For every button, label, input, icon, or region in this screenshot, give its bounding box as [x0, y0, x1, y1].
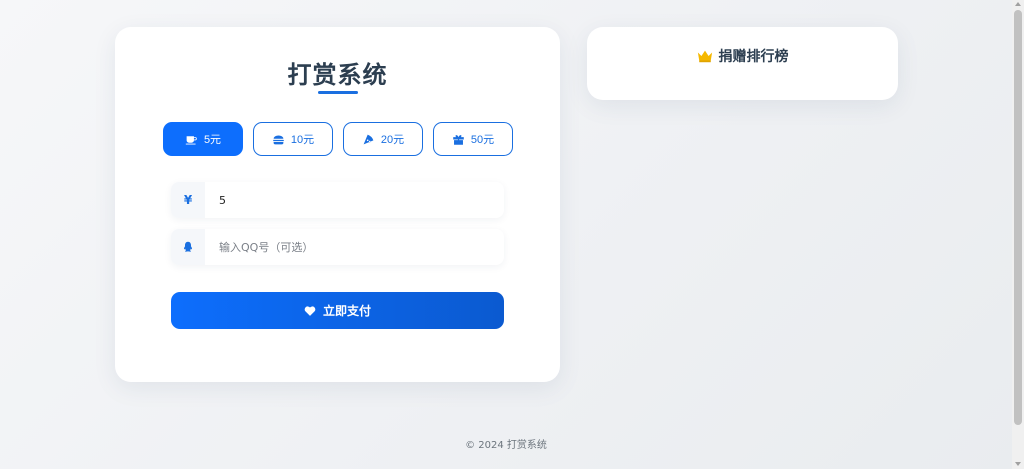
pizza-icon [363, 134, 374, 144]
qq-field [171, 229, 504, 265]
amount-label: 10元 [290, 134, 315, 146]
ranking-title-label: 捐赠排行榜 [718, 49, 789, 65]
amount-options: 5元 10元 20元 50元 [163, 122, 513, 156]
amount-label: 50元 [470, 134, 495, 146]
amount-button-20[interactable]: 20元 [343, 122, 423, 156]
title-underline [318, 91, 358, 94]
qq-icon [184, 241, 192, 252]
amount-button-5[interactable]: 5元 [163, 122, 243, 156]
amount-button-50[interactable]: 50元 [433, 122, 513, 156]
page: 打赏系统 5元 10元 20元 50元 ¥ 5 输入QQ号（可选） 立即支付 捐… [0, 0, 1012, 469]
amount-button-10[interactable]: 10元 [253, 122, 333, 156]
qq-input[interactable] [205, 229, 504, 265]
amount-input[interactable] [205, 182, 504, 218]
amount-field: ¥ [171, 182, 504, 218]
gift-icon [453, 134, 464, 145]
scrollbar[interactable] [1012, 0, 1024, 469]
scroll-thumb[interactable] [1014, 10, 1022, 425]
heart-icon [304, 305, 316, 316]
amount-label: 20元 [380, 134, 405, 146]
ranking-title: 捐赠排行榜 [587, 46, 898, 66]
amount-label: 5元 [203, 134, 222, 146]
crown-icon [697, 50, 712, 63]
yen-icon: ¥ [171, 182, 205, 218]
scroll-down-arrow-icon[interactable] [1015, 462, 1021, 466]
footer: © 2024 打赏系统 [465, 440, 547, 451]
page-title: 打赏系统 [287, 61, 388, 89]
scroll-up-arrow-icon[interactable] [1015, 2, 1021, 6]
pay-button[interactable]: 立即支付 [171, 292, 504, 329]
burger-icon [273, 134, 284, 144]
pay-button-label: 立即支付 [322, 304, 371, 318]
ranking-card: 捐赠排行榜 [587, 27, 898, 100]
donation-card: 打赏系统 5元 10元 20元 50元 ¥ 5 输入QQ号（可选） 立即支付 [115, 27, 560, 382]
coffee-icon [185, 135, 197, 145]
